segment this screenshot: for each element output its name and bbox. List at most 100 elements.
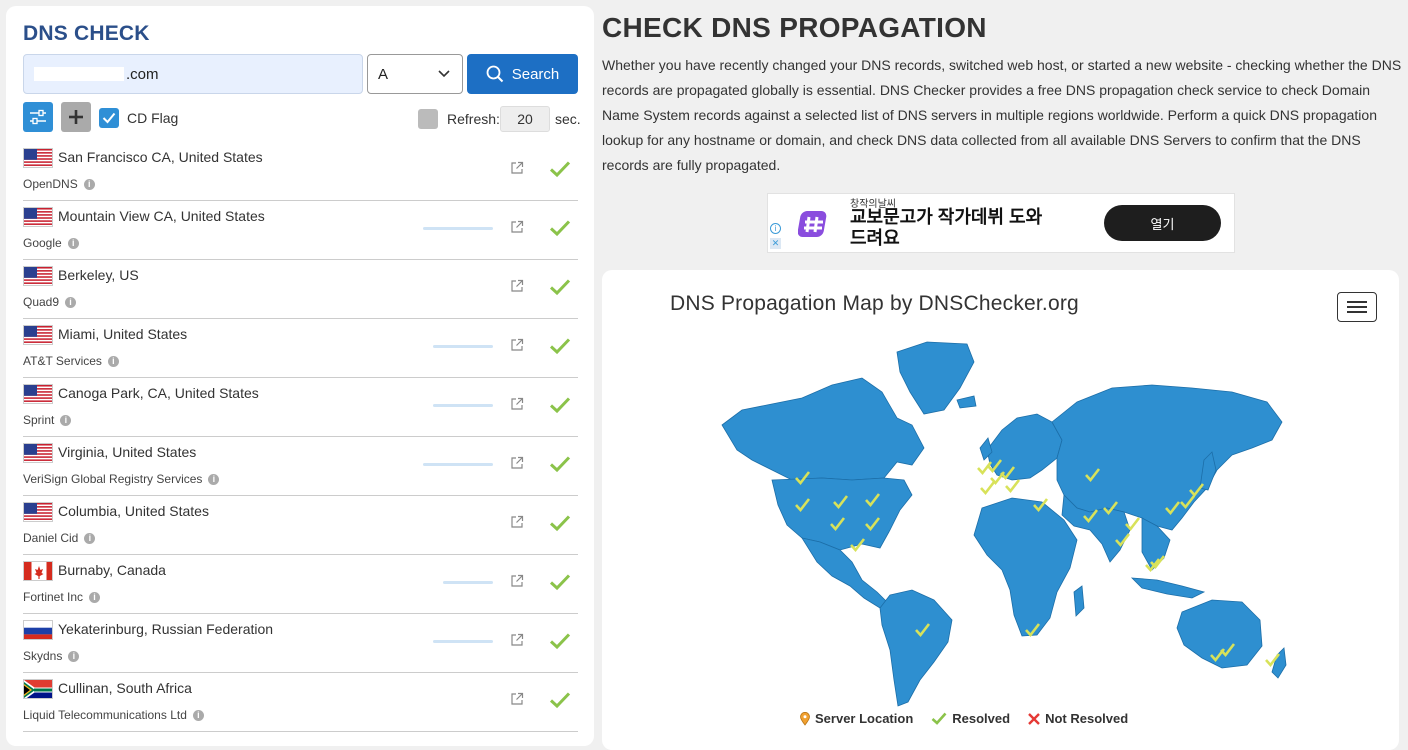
external-link-icon[interactable] [510, 574, 524, 588]
resolved-check-icon [549, 456, 571, 473]
server-row: Berkeley, US Quad9 i [23, 260, 578, 319]
legend-not-resolved: Not Resolved [1028, 711, 1128, 726]
provider-name: AT&T Services [23, 354, 102, 368]
search-button[interactable]: Search [467, 54, 578, 94]
provider-name: Daniel Cid [23, 531, 79, 545]
map-region-iceland [956, 395, 977, 409]
map-region-europe [986, 413, 1063, 481]
dns-check-panel: DNS CHECK .com A Search CD Flag Refresh:… [6, 6, 594, 746]
external-link-icon[interactable] [510, 338, 524, 352]
resolved-check-icon [549, 633, 571, 650]
page-heading: CHECK DNS PROPAGATION [602, 12, 987, 43]
external-link-icon[interactable] [510, 456, 524, 470]
external-link-icon[interactable] [510, 397, 524, 411]
server-row: Miami, United States AT&T Services i [23, 319, 578, 378]
external-link-icon[interactable] [510, 515, 524, 529]
map-region-south-america [879, 589, 953, 707]
redacted-ip [443, 581, 493, 584]
external-link-icon[interactable] [510, 692, 524, 706]
record-type-value: A [378, 65, 389, 83]
refresh-unit: sec. [555, 111, 581, 127]
flag-us-icon [23, 502, 53, 522]
legend-resolved: Resolved [931, 711, 1010, 726]
resolved-check-icon [549, 220, 571, 237]
plus-icon [69, 110, 83, 124]
checkmark-icon [931, 712, 947, 725]
ad-info-icon[interactable]: i [770, 223, 781, 234]
info-icon[interactable]: i [67, 237, 79, 249]
server-provider: VeriSign Global Registry Services i [23, 472, 220, 486]
flag-za-icon [23, 679, 53, 699]
redacted-ip [433, 640, 493, 643]
server-location: Cullinan, South Africa [58, 680, 192, 696]
server-location: San Francisco CA, United States [58, 149, 263, 165]
legend-not-resolved-label: Not Resolved [1045, 711, 1129, 726]
external-link-icon[interactable] [510, 633, 524, 647]
external-link-icon[interactable] [510, 220, 524, 234]
flag-us-icon [23, 443, 53, 463]
info-icon[interactable]: i [89, 591, 101, 603]
server-provider: Sprint i [23, 413, 72, 427]
map-legend: Server Location Resolved Not Resolved [800, 711, 1128, 726]
server-location: Yekaterinburg, Russian Federation [58, 621, 274, 637]
add-server-button[interactable] [61, 102, 91, 132]
map-region-madagascar [1073, 585, 1085, 617]
server-row: Cullinan, South Africa Liquid Telecommuni… [23, 673, 578, 732]
panel-title: DNS CHECK [23, 22, 150, 45]
resolved-check-icon [549, 397, 571, 414]
cd-flag-checkbox[interactable] [99, 108, 119, 128]
info-icon[interactable]: i [68, 650, 80, 662]
info-icon[interactable]: i [208, 473, 220, 485]
server-provider: OpenDNS i [23, 177, 95, 191]
record-type-select[interactable]: A [367, 54, 463, 94]
external-link-icon[interactable] [510, 279, 524, 293]
legend-server-location-label: Server Location [815, 711, 914, 726]
map-region-new-zealand [1271, 647, 1287, 679]
refresh-checkbox[interactable] [418, 109, 438, 129]
provider-name: Skydns [23, 649, 63, 663]
info-icon[interactable]: i [192, 709, 204, 721]
domain-input[interactable]: .com [23, 54, 363, 94]
resolved-check-icon [549, 515, 571, 532]
info-icon[interactable]: i [107, 355, 119, 367]
resolved-marker-icon[interactable] [980, 481, 996, 496]
server-provider: Quad9 i [23, 295, 77, 309]
filter-settings-button[interactable] [23, 102, 53, 132]
legend-resolved-label: Resolved [952, 711, 1011, 726]
server-row: San Francisco CA, United States OpenDNS i [23, 142, 578, 201]
server-row: Canoga Park, CA, United States Sprint i [23, 378, 578, 437]
info-icon[interactable]: i [60, 414, 72, 426]
server-provider: Liquid Telecommunications Ltd i [23, 708, 204, 722]
provider-name: OpenDNS [23, 177, 78, 191]
menu-icon-bar [1347, 306, 1367, 308]
info-icon[interactable]: i [84, 532, 96, 544]
provider-name: Google [23, 236, 62, 250]
map-region-indonesia [1130, 577, 1206, 599]
resolved-marker-icon[interactable] [1005, 479, 1021, 494]
external-link-icon[interactable] [510, 161, 524, 175]
server-provider: Google i [23, 236, 79, 250]
server-row: Yekaterinburg, Russian Federation Skydns i [23, 614, 578, 673]
map-pin-icon [800, 711, 810, 726]
advertisement-banner[interactable]: 창작의날씨 교보문고가 작가데뷔 도와드려요 열기 i ✕ [767, 193, 1235, 253]
info-icon[interactable]: i [65, 296, 77, 308]
map-title: DNS Propagation Map by DNSChecker.org [670, 292, 1079, 315]
flag-us-icon [23, 207, 53, 227]
server-row: Mountain View CA, United States Google i [23, 201, 578, 260]
ad-close-icon[interactable]: ✕ [770, 238, 781, 249]
map-menu-button[interactable] [1337, 292, 1377, 322]
info-icon[interactable]: i [83, 178, 95, 190]
chevron-down-icon [438, 70, 450, 78]
ad-open-button[interactable]: 열기 [1104, 205, 1221, 241]
server-location: Berkeley, US [58, 267, 139, 283]
flag-ca-icon [23, 561, 53, 581]
refresh-label: Refresh: [447, 111, 500, 127]
resolved-check-icon [549, 338, 571, 355]
cross-icon [1028, 712, 1040, 725]
provider-name: Quad9 [23, 295, 60, 309]
server-location: Columbia, United States [58, 503, 209, 519]
refresh-interval-input[interactable]: 20 [500, 106, 550, 132]
redacted-ip [423, 463, 493, 466]
flag-us-icon [23, 325, 53, 345]
ad-headline: 교보문고가 작가데뷔 도와드려요 [850, 207, 1043, 248]
